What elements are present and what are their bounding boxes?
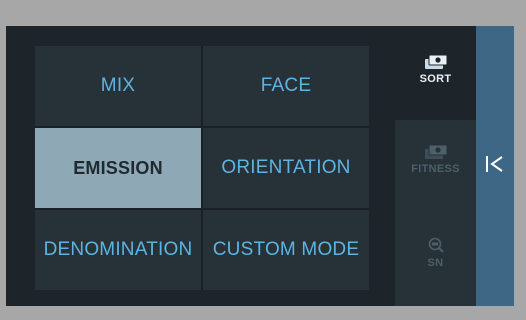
- serial-search-icon: [427, 236, 445, 254]
- side-item-fitness[interactable]: FITNESS: [395, 144, 476, 204]
- side-item-label: FITNESS: [411, 163, 460, 175]
- mode-custom-button[interactable]: CUSTOM MODE: [203, 210, 369, 290]
- mode-mix-button[interactable]: MIX: [35, 46, 201, 126]
- mode-emission-button[interactable]: EMISSION: [35, 128, 201, 208]
- collapse-left-icon: [485, 155, 505, 178]
- mode-denomination-button[interactable]: DENOMINATION: [35, 210, 201, 290]
- mode-selection-screen: MIX FACE EMISSION ORIENTATION DENOMINATI…: [6, 26, 514, 306]
- banknotes-icon: [424, 144, 448, 160]
- side-item-label: SN: [427, 257, 444, 269]
- banknotes-icon: [424, 54, 448, 70]
- mode-orientation-button[interactable]: ORIENTATION: [203, 128, 369, 208]
- collapse-panel-button[interactable]: [476, 26, 514, 306]
- mode-face-button[interactable]: FACE: [203, 46, 369, 126]
- mode-grid: MIX FACE EMISSION ORIENTATION DENOMINATI…: [35, 46, 369, 290]
- side-item-label: SORT: [419, 73, 452, 85]
- side-item-sort[interactable]: SORT: [395, 54, 476, 114]
- side-item-sn[interactable]: SN: [395, 236, 476, 296]
